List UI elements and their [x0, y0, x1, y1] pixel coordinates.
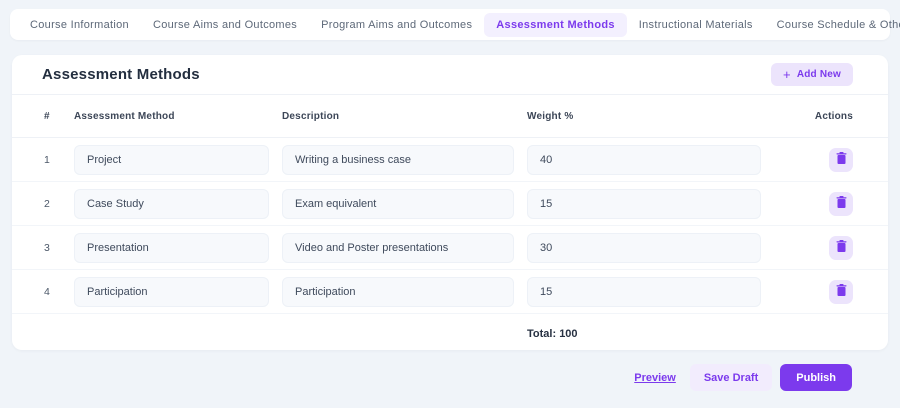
page-title: Assessment Methods — [42, 66, 200, 83]
col-header-method: Assessment Method — [74, 111, 282, 122]
row-number: 2 — [44, 198, 74, 210]
total-weight: Total: 100 — [527, 328, 774, 340]
table-row: 4 — [12, 270, 888, 314]
tab-course-schedule-others[interactable]: Course Schedule & Others — [765, 13, 900, 37]
table-header-row: # Assessment Method Description Weight %… — [12, 95, 888, 138]
add-new-button[interactable]: + Add New — [771, 63, 853, 86]
method-input[interactable] — [74, 189, 269, 219]
weight-input[interactable] — [527, 189, 761, 219]
weight-input[interactable] — [527, 277, 761, 307]
description-input[interactable] — [282, 277, 514, 307]
add-new-label: Add New — [797, 69, 841, 80]
trash-icon — [836, 152, 847, 167]
table-row: 2 — [12, 182, 888, 226]
plus-icon: + — [783, 68, 791, 81]
total-value: 100 — [559, 328, 577, 340]
trash-icon — [836, 284, 847, 299]
tab-course-aims-outcomes[interactable]: Course Aims and Outcomes — [141, 13, 309, 37]
tab-instructional-materials[interactable]: Instructional Materials — [627, 13, 765, 37]
tab-course-information[interactable]: Course Information — [18, 13, 141, 37]
footer-actions: Preview Save Draft Publish — [634, 364, 852, 391]
row-number: 4 — [44, 286, 74, 298]
description-input[interactable] — [282, 233, 514, 263]
table-row: 3 — [12, 226, 888, 270]
panel-header: Assessment Methods + Add New — [12, 55, 888, 95]
tab-assessment-methods[interactable]: Assessment Methods — [484, 13, 627, 37]
col-header-actions: Actions — [774, 111, 853, 122]
trash-icon — [836, 196, 847, 211]
weight-input[interactable] — [527, 233, 761, 263]
delete-row-button[interactable] — [829, 280, 853, 304]
description-input[interactable] — [282, 145, 514, 175]
delete-row-button[interactable] — [829, 192, 853, 216]
row-number: 1 — [44, 154, 74, 166]
method-input[interactable] — [74, 277, 269, 307]
save-draft-button[interactable]: Save Draft — [690, 364, 772, 391]
description-input[interactable] — [282, 189, 514, 219]
delete-row-button[interactable] — [829, 148, 853, 172]
col-header-num: # — [44, 111, 74, 122]
weight-input[interactable] — [527, 145, 761, 175]
preview-link[interactable]: Preview — [634, 372, 676, 384]
tab-program-aims-outcomes[interactable]: Program Aims and Outcomes — [309, 13, 484, 37]
total-row: Total: 100 — [12, 314, 888, 354]
total-label: Total: — [527, 328, 556, 340]
col-header-description: Description — [282, 111, 527, 122]
col-header-weight: Weight % — [527, 111, 774, 122]
assessment-methods-panel: Assessment Methods + Add New # Assessmen… — [12, 55, 888, 350]
tab-bar: Course Information Course Aims and Outco… — [10, 9, 890, 40]
delete-row-button[interactable] — [829, 236, 853, 260]
publish-button[interactable]: Publish — [780, 364, 852, 391]
table-row: 1 — [12, 138, 888, 182]
row-number: 3 — [44, 242, 74, 254]
method-input[interactable] — [74, 233, 269, 263]
method-input[interactable] — [74, 145, 269, 175]
trash-icon — [836, 240, 847, 255]
